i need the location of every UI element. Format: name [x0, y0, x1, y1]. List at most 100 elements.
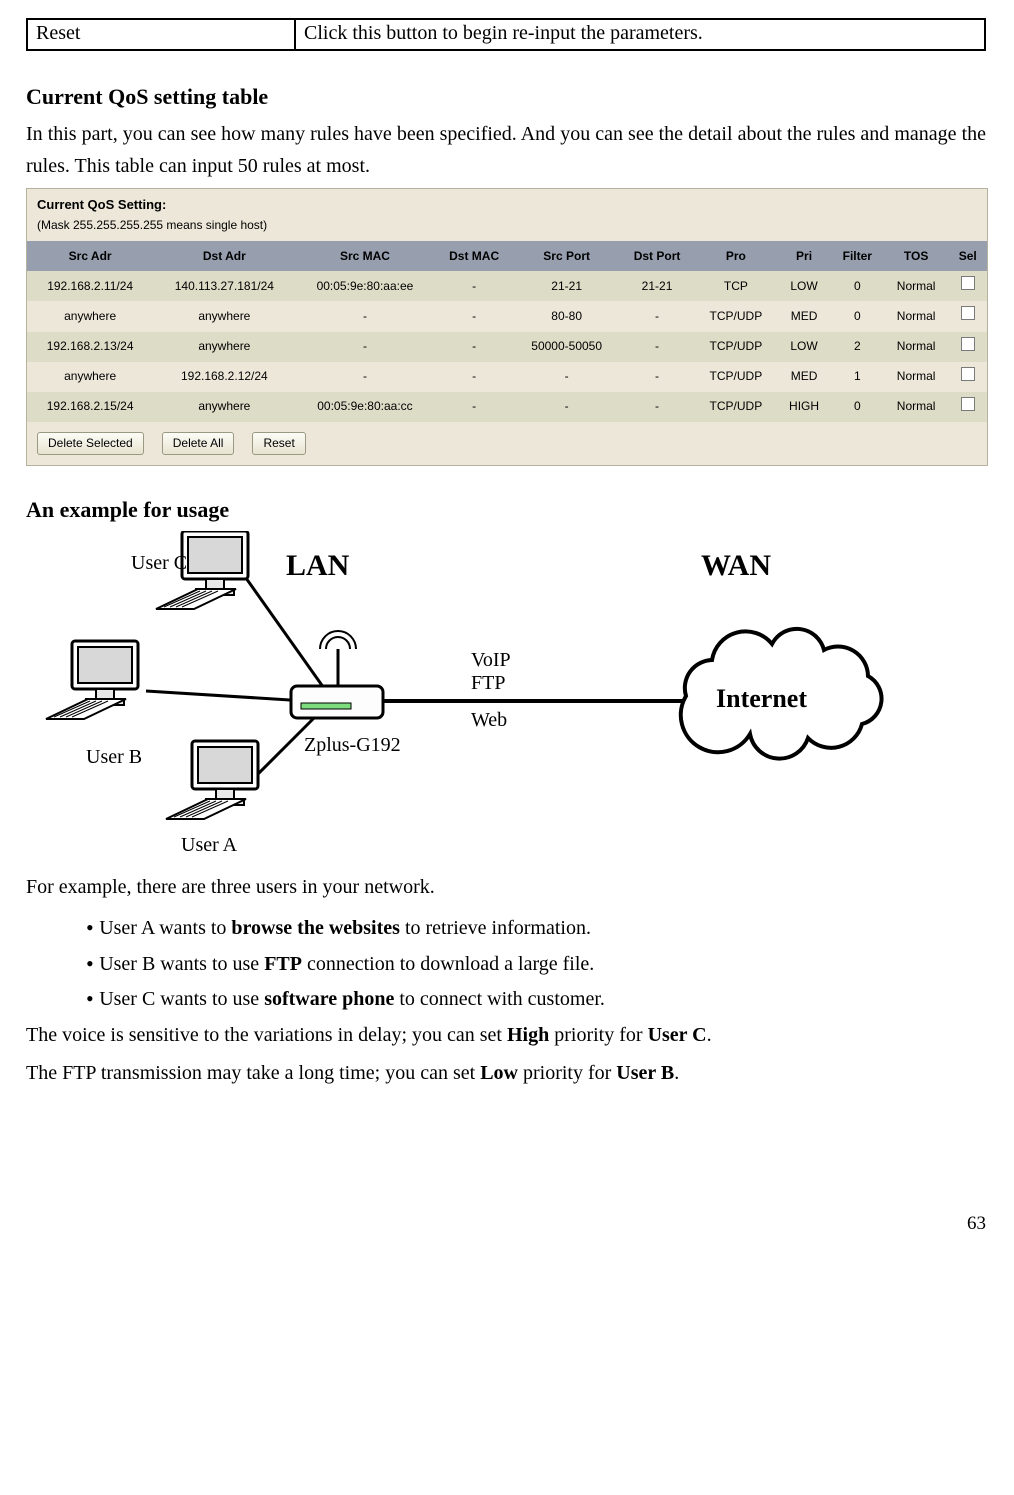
delete-selected-button[interactable]: Delete Selected	[37, 432, 144, 455]
param-desc-cell: Click this button to begin re-input the …	[295, 19, 985, 50]
table-cell: -	[620, 392, 695, 422]
table-cell: 0	[831, 271, 884, 301]
hdr-pri: Pri	[777, 241, 831, 271]
table-cell: TCP	[695, 271, 778, 301]
select-checkbox[interactable]	[961, 306, 975, 320]
label-ftp: FTP	[471, 672, 505, 694]
select-checkbox[interactable]	[961, 397, 975, 411]
table-cell: LOW	[777, 332, 831, 362]
qos-button-row: Delete Selected Delete All Reset	[27, 422, 987, 465]
text: User B wants to use	[99, 953, 264, 975]
page-number: 63	[26, 1209, 986, 1239]
table-cell: Normal	[884, 301, 949, 331]
text-bold: FTP	[264, 953, 302, 975]
table-row: anywhere192.168.2.12/24----TCP/UDPMED1No…	[27, 362, 987, 392]
list-item: User C wants to use software phone to co…	[86, 980, 986, 1015]
table-cell: -	[435, 362, 514, 392]
text-bold: High	[507, 1024, 549, 1046]
text-bold: software phone	[264, 988, 394, 1010]
select-cell	[949, 271, 987, 301]
section-title-example: An example for usage	[26, 492, 986, 527]
hdr-dst-mac: Dst MAC	[435, 241, 514, 271]
delete-all-button[interactable]: Delete All	[162, 432, 235, 455]
select-checkbox[interactable]	[961, 276, 975, 290]
qos-table: Src Adr Dst Adr Src MAC Dst MAC Src Port…	[27, 241, 987, 422]
router-icon	[291, 631, 383, 718]
table-cell: 21-21	[620, 271, 695, 301]
hdr-filter: Filter	[831, 241, 884, 271]
table-cell: TCP/UDP	[695, 332, 778, 362]
table-cell: 0	[831, 392, 884, 422]
table-cell: HIGH	[777, 392, 831, 422]
hdr-sel: Sel	[949, 241, 987, 271]
table-cell: -	[295, 301, 434, 331]
qos-settings-panel: Current QoS Setting: (Mask 255.255.255.2…	[26, 188, 988, 466]
text: to retrieve information.	[400, 917, 591, 939]
table-cell: -	[295, 362, 434, 392]
table-row: 192.168.2.11/24140.113.27.181/2400:05:9e…	[27, 271, 987, 301]
table-row: anywhereanywhere--80-80-TCP/UDPMED0Norma…	[27, 301, 987, 331]
label-voip: VoIP	[471, 649, 511, 671]
hdr-src-mac: Src MAC	[295, 241, 434, 271]
table-cell: 0	[831, 301, 884, 331]
qos-panel-title: Current QoS Setting:	[27, 189, 987, 216]
text: User A wants to	[99, 917, 231, 939]
parameter-row-table: Reset Click this button to begin re-inpu…	[26, 18, 986, 51]
table-cell: 80-80	[514, 301, 620, 331]
example-intro: For example, there are three users in yo…	[26, 871, 986, 903]
text: The voice is sensitive to the variations…	[26, 1024, 507, 1046]
table-cell: 1	[831, 362, 884, 392]
hdr-src-port: Src Port	[514, 241, 620, 271]
text-bold: browse the websites	[231, 917, 400, 939]
table-cell: TCP/UDP	[695, 392, 778, 422]
hdr-pro: Pro	[695, 241, 778, 271]
table-cell: -	[435, 301, 514, 331]
table-row: 192.168.2.13/24anywhere--50000-50050-TCP…	[27, 332, 987, 362]
table-cell: 50000-50050	[514, 332, 620, 362]
pc-user-b-icon	[46, 641, 138, 719]
example-list: User A wants to browse the websites to r…	[26, 909, 986, 1015]
list-item: User A wants to browse the websites to r…	[86, 909, 986, 944]
qos-panel-subtitle: (Mask 255.255.255.255 means single host)	[27, 216, 987, 241]
reset-button[interactable]: Reset	[252, 432, 305, 455]
hdr-dst-adr: Dst Adr	[153, 241, 295, 271]
table-cell: 00:05:9e:80:aa:ee	[295, 271, 434, 301]
label-user-a: User A	[181, 834, 238, 856]
text: priority for	[518, 1062, 616, 1084]
param-name-cell: Reset	[27, 19, 295, 50]
hdr-src-adr: Src Adr	[27, 241, 153, 271]
table-cell: 00:05:9e:80:aa:cc	[295, 392, 434, 422]
table-cell: -	[435, 392, 514, 422]
text: The FTP transmission may take a long tim…	[26, 1062, 480, 1084]
table-cell: 140.113.27.181/24	[153, 271, 295, 301]
table-cell: Normal	[884, 392, 949, 422]
table-cell: -	[435, 332, 514, 362]
text-bold: User B	[616, 1062, 674, 1084]
label-user-b: User B	[86, 746, 142, 768]
text: connection to download a large file.	[302, 953, 594, 975]
hdr-tos: TOS	[884, 241, 949, 271]
table-cell: MED	[777, 362, 831, 392]
table-cell: LOW	[777, 271, 831, 301]
table-cell: anywhere	[27, 301, 153, 331]
table-cell: -	[620, 362, 695, 392]
table-cell: anywhere	[27, 362, 153, 392]
label-internet: Internet	[716, 684, 807, 713]
table-cell: anywhere	[153, 301, 295, 331]
table-cell: TCP/UDP	[695, 362, 778, 392]
table-row: 192.168.2.15/24anywhere00:05:9e:80:aa:cc…	[27, 392, 987, 422]
table-cell: TCP/UDP	[695, 301, 778, 331]
pc-user-a-icon	[166, 741, 258, 819]
text: User C wants to use	[99, 988, 264, 1010]
table-cell: Normal	[884, 332, 949, 362]
table-cell: 2	[831, 332, 884, 362]
table-cell: Normal	[884, 271, 949, 301]
table-cell: 21-21	[514, 271, 620, 301]
text: .	[707, 1024, 712, 1046]
select-checkbox[interactable]	[961, 337, 975, 351]
select-cell	[949, 392, 987, 422]
section-title-qos: Current QoS setting table	[26, 79, 986, 114]
select-checkbox[interactable]	[961, 367, 975, 381]
label-lan: LAN	[286, 549, 350, 582]
example-p2: The FTP transmission may take a long tim…	[26, 1057, 986, 1089]
